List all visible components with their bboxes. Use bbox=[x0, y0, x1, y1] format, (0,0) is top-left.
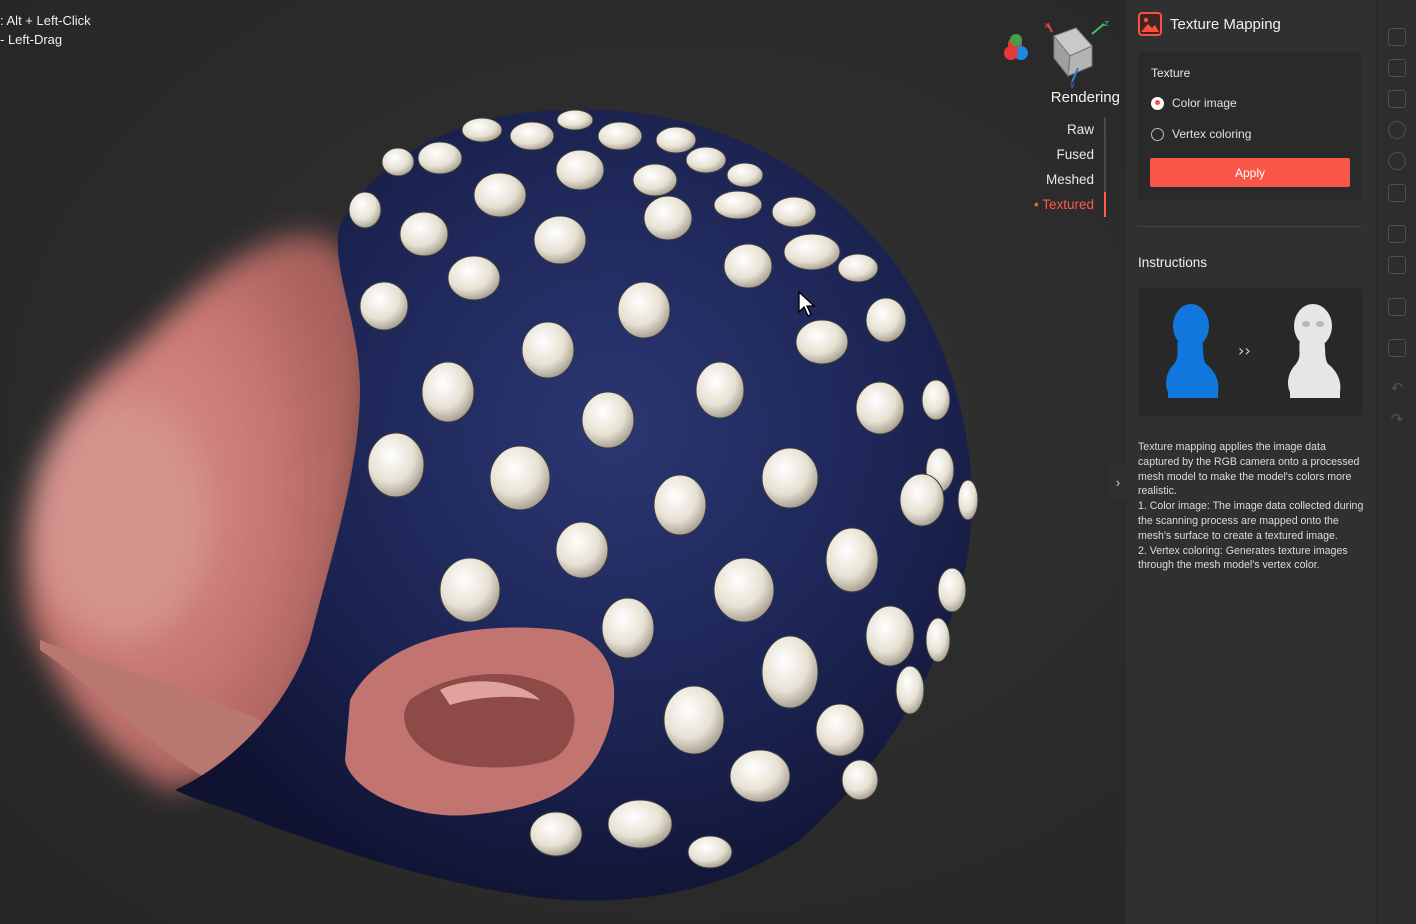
texture-mapping-panel: Texture Mapping Texture Color image Vert… bbox=[1126, 0, 1376, 924]
instructions-paragraph: Texture mapping applies the image data c… bbox=[1138, 441, 1360, 498]
redo-icon[interactable]: ↷ bbox=[1388, 411, 1406, 429]
radio-vertex-coloring[interactable]: Vertex coloring bbox=[1151, 127, 1251, 141]
mouse-cursor-icon bbox=[798, 290, 816, 317]
axis-x-label: x bbox=[1044, 21, 1050, 31]
instructions-text: Texture mapping applies the image data c… bbox=[1138, 440, 1366, 573]
radio-button[interactable] bbox=[1151, 127, 1164, 141]
instructions-illustration: ›› bbox=[1138, 288, 1362, 416]
scanned-model[interactable] bbox=[0, 0, 1126, 924]
instructions-paragraph: 1. Color image: The image data collected… bbox=[1138, 500, 1364, 542]
right-toolbar: ↶ ↷ bbox=[1376, 0, 1416, 924]
axis-y-label: y bbox=[1070, 80, 1075, 88]
3d-viewport[interactable]: : Alt + Left-Click - Left-Drag x z y Ren… bbox=[0, 0, 1126, 924]
texture-options: Texture Color image Vertex coloring Appl… bbox=[1138, 52, 1362, 200]
fill-icon[interactable] bbox=[1388, 184, 1406, 202]
save-icon[interactable] bbox=[1388, 339, 1406, 357]
image-icon bbox=[1138, 12, 1162, 36]
radio-button-checked[interactable] bbox=[1151, 96, 1164, 110]
mesh-icon[interactable] bbox=[1388, 152, 1406, 170]
render-mode-textured[interactable]: Textured bbox=[1010, 192, 1106, 217]
axis-gizmo[interactable]: x z y bbox=[996, 18, 1116, 88]
apply-button[interactable]: Apply bbox=[1150, 158, 1350, 187]
panel-title: Texture Mapping bbox=[1170, 15, 1281, 33]
box-icon[interactable] bbox=[1388, 59, 1406, 77]
radio-label: Vertex coloring bbox=[1172, 127, 1252, 141]
rendering-mode-list: Raw Fused Meshed Textured bbox=[1010, 117, 1106, 217]
chevron-right-icon: › bbox=[1115, 474, 1121, 490]
render-mode-meshed[interactable]: Meshed bbox=[1010, 167, 1106, 192]
axis-z-label: z bbox=[1104, 19, 1109, 29]
radio-color-image[interactable]: Color image bbox=[1151, 96, 1237, 110]
arrow-icon: ›› bbox=[1238, 341, 1251, 360]
radio-label: Color image bbox=[1172, 96, 1237, 110]
texture-label: Texture bbox=[1151, 66, 1191, 80]
instructions-paragraph: 2. Vertex coloring: Generates texture im… bbox=[1138, 544, 1348, 572]
navigation-hint: - Left-Drag bbox=[0, 32, 63, 47]
rendering-title: Rendering bbox=[1050, 89, 1120, 106]
edit-icon[interactable] bbox=[1388, 256, 1406, 274]
instructions-title: Instructions bbox=[1138, 255, 1208, 270]
view-cube-icon bbox=[1053, 27, 1093, 78]
lasso-icon[interactable] bbox=[1388, 121, 1406, 139]
crop-icon[interactable] bbox=[1388, 90, 1406, 108]
panel-collapse-button[interactable]: › bbox=[1110, 464, 1126, 500]
navigation-hint: : Alt + Left-Click bbox=[0, 13, 91, 28]
layers-icon[interactable] bbox=[1388, 225, 1406, 243]
color-dot-icon bbox=[1010, 34, 1022, 46]
divider bbox=[1138, 226, 1362, 227]
panel-header: Texture Mapping bbox=[1138, 12, 1281, 36]
copy-icon[interactable] bbox=[1388, 298, 1406, 316]
render-mode-fused[interactable]: Fused bbox=[1010, 142, 1106, 167]
undo-icon[interactable]: ↶ bbox=[1388, 380, 1406, 398]
select-icon[interactable] bbox=[1388, 28, 1406, 46]
color-dot-icon bbox=[1004, 46, 1018, 60]
render-mode-raw[interactable]: Raw bbox=[1010, 117, 1106, 142]
